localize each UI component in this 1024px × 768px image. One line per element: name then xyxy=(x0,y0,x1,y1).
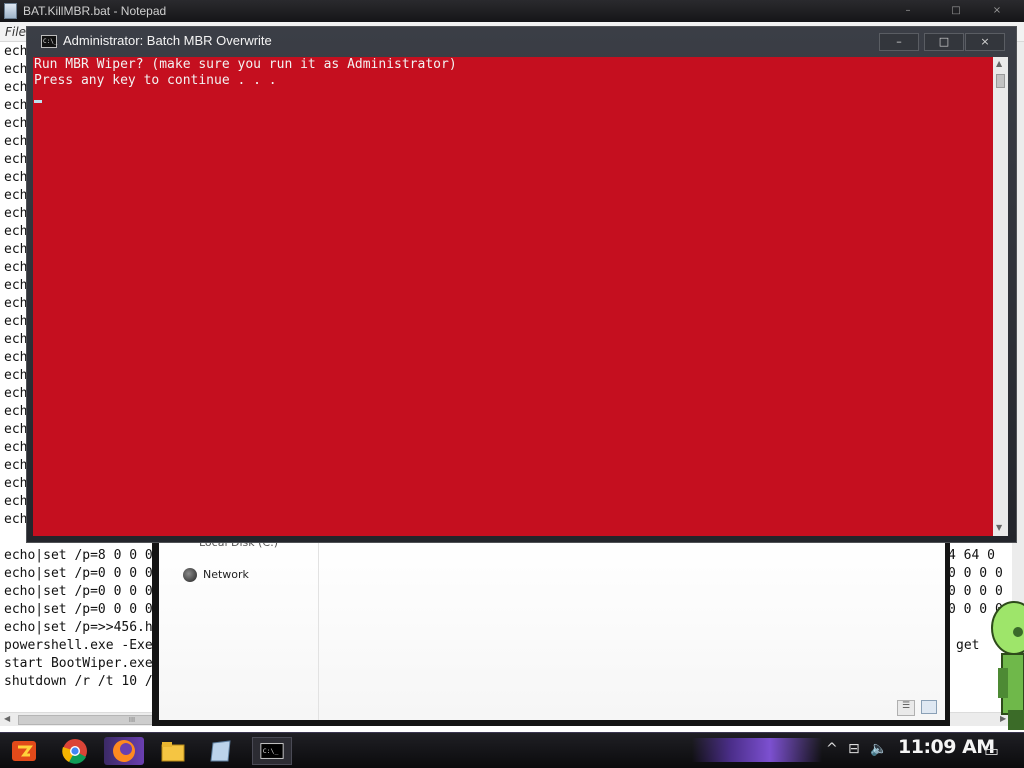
cmd-window: C:\_ Administrator: Batch MBR Overwrite … xyxy=(26,26,1017,543)
text-line: ech xyxy=(4,134,28,149)
show-hidden-icons-icon[interactable]: ^ xyxy=(826,741,838,757)
text-line: echo|set /p=>>456.h xyxy=(4,620,153,635)
text-line-fragment: get xyxy=(956,638,980,653)
notepad-close-button[interactable]: × xyxy=(982,4,1012,18)
taskbar-decoration xyxy=(692,738,822,762)
scroll-down-arrow-icon[interactable]: ▼ xyxy=(996,523,1002,532)
text-line: echo|set /p=0 0 0 0 xyxy=(4,584,153,599)
console-output-line: Run MBR Wiper? (make sure you run it as … xyxy=(34,57,457,72)
text-line: ech xyxy=(4,98,28,113)
scroll-up-arrow-icon[interactable]: ▲ xyxy=(996,59,1002,68)
notepad-icon xyxy=(4,3,17,19)
text-line: ech xyxy=(4,476,28,491)
text-line: ech xyxy=(4,422,28,437)
text-line: ech xyxy=(4,206,28,221)
text-line-fragment: 0 0 0 0 xyxy=(948,566,1003,581)
console-output-line: Press any key to continue . . . xyxy=(34,73,277,88)
explorer-content: Local Disk (C:) Network ☰ xyxy=(159,536,945,720)
notepad-titlebar[interactable]: BAT.KillMBR.bat - Notepad – □ × xyxy=(0,0,1024,22)
cmd-minimize-button[interactable]: – xyxy=(879,33,919,51)
text-line: ech xyxy=(4,170,28,185)
text-line: shutdown /r /t 10 / xyxy=(4,674,153,689)
text-line: start BootWiper.exe xyxy=(4,656,153,671)
scroll-left-arrow-icon[interactable]: ◀ xyxy=(4,714,10,723)
text-line: ech xyxy=(4,278,28,293)
command-prompt-taskbar-icon[interactable]: C:\_ xyxy=(252,737,292,765)
start-orb-icon[interactable] xyxy=(8,737,40,765)
command-prompt-icon: C:\_ xyxy=(41,35,57,48)
notepad-maximize-button[interactable]: □ xyxy=(941,4,971,18)
cmd-close-button[interactable]: × xyxy=(965,33,1005,51)
text-line: echo|set /p=0 0 0 0 xyxy=(4,602,153,617)
text-line: echo|set /p=0 0 0 0 xyxy=(4,566,153,581)
notification-icon[interactable]: ▭ xyxy=(984,741,999,760)
text-cursor xyxy=(34,100,42,103)
notepad-minimize-button[interactable]: – xyxy=(893,4,923,18)
text-line-fragment: 4 64 0 xyxy=(948,548,995,563)
text-line: powershell.exe -Exe xyxy=(4,638,153,653)
text-line: ech xyxy=(4,404,28,419)
text-line: ech xyxy=(4,242,28,257)
text-line: ech xyxy=(4,440,28,455)
text-line: ech xyxy=(4,62,28,77)
text-line: ech xyxy=(4,494,28,509)
cmd-title: Administrator: Batch MBR Overwrite xyxy=(63,33,272,48)
text-line: ech xyxy=(4,512,28,527)
text-line: ech xyxy=(4,224,28,239)
network-tray-icon[interactable]: ⊟ xyxy=(848,741,860,757)
cmd-titlebar[interactable]: C:\_ Administrator: Batch MBR Overwrite … xyxy=(27,27,1016,57)
text-line: ech xyxy=(4,368,28,383)
explorer-navigation-pane: Local Disk (C:) Network xyxy=(159,536,319,720)
cmd-vertical-scrollbar[interactable]: ▲ ▼ xyxy=(993,57,1008,536)
text-line: ech xyxy=(4,116,28,131)
file-explorer-icon[interactable] xyxy=(156,737,190,765)
text-line: ech xyxy=(4,458,28,473)
scroll-thumb[interactable] xyxy=(996,74,1005,88)
text-line: ech xyxy=(4,332,28,347)
text-line: ech xyxy=(4,296,28,311)
nav-item-network[interactable]: Network xyxy=(203,568,249,581)
text-line: ech xyxy=(4,188,28,203)
text-line: ech xyxy=(4,80,28,95)
preview-view-icon[interactable] xyxy=(921,700,937,714)
notepad-title: BAT.KillMBR.bat - Notepad xyxy=(23,4,167,18)
text-line: ech xyxy=(4,386,28,401)
explorer-window: Local Disk (C:) Network ☰ xyxy=(152,536,950,726)
text-line: ech xyxy=(4,152,28,167)
character-sticker-image xyxy=(991,601,1024,730)
text-line: ech xyxy=(4,350,28,365)
text-line: ech xyxy=(4,260,28,275)
menu-file[interactable]: File xyxy=(5,25,26,39)
network-icon xyxy=(183,568,197,582)
cmd-console[interactable]: Run MBR Wiper? (make sure you run it as … xyxy=(33,57,993,536)
svg-text:C:\_: C:\_ xyxy=(263,747,279,755)
firefox-icon[interactable] xyxy=(104,737,144,765)
volume-icon[interactable]: 🔈 xyxy=(870,741,887,757)
cmd-maximize-button[interactable]: □ xyxy=(924,33,964,51)
details-view-icon[interactable]: ☰ xyxy=(897,700,915,716)
text-line: ech xyxy=(4,314,28,329)
text-line: ech xyxy=(4,44,28,59)
chrome-icon[interactable] xyxy=(60,737,90,765)
notepad-taskbar-icon[interactable] xyxy=(204,737,238,765)
text-line: echo|set /p=8 0 0 0 xyxy=(4,548,153,563)
taskbar-clock[interactable]: 11:09 AM xyxy=(898,736,995,758)
